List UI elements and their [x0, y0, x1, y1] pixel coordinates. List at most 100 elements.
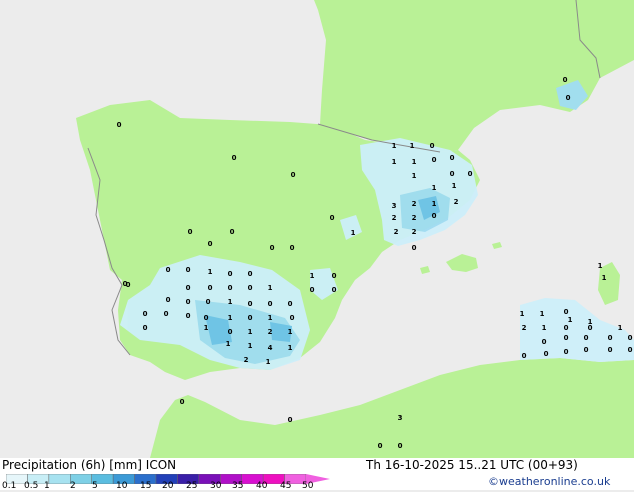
precipitation-value: 0: [398, 442, 403, 450]
precipitation-value: 1: [568, 316, 573, 324]
precipitation-value: 1: [268, 314, 273, 322]
precipitation-value: 0: [186, 266, 191, 274]
precipitation-value: 1: [288, 344, 293, 352]
precipitation-value: 1: [351, 229, 356, 237]
precipitation-value: 0: [290, 314, 295, 322]
precipitation-value: 0: [564, 308, 569, 316]
precipitation-value: 0: [628, 334, 633, 342]
precipitation-value: 0: [166, 296, 171, 304]
precipitation-value: 0: [332, 272, 337, 280]
precipitation-value: 0: [228, 270, 233, 278]
precipitation-value: 0: [291, 171, 296, 179]
precipitation-value: 0: [208, 240, 213, 248]
precipitation-value: 0: [204, 314, 209, 322]
precipitation-value: 0: [188, 228, 193, 236]
precipitation-value: 1: [228, 298, 233, 306]
precipitation-value: 0: [288, 300, 293, 308]
precipitation-value: 0: [430, 142, 435, 150]
precipitation-value: 0: [270, 244, 275, 252]
precipitation-value: 1: [410, 142, 415, 150]
precipitation-value: 1: [598, 262, 603, 270]
precipitation-value: 0: [232, 154, 237, 162]
precipitation-map: 0 0 0 0 0 0 0 0 1 1 0 0 1 1 0 0 1 1 1 0 3 2 1 2 2 2 0 2 2 0 0 0 0 0 0 1 0 0 1 0…: [0, 0, 634, 458]
precipitation-value: 1: [588, 318, 593, 326]
precipitation-value: 2: [412, 214, 417, 222]
precipitation-value: 0: [186, 312, 191, 320]
precipitation-value: 0: [450, 154, 455, 162]
precipitation-value: 3: [398, 414, 403, 422]
precipitation-value: 2: [412, 228, 417, 236]
precipitation-value: 0: [542, 338, 547, 346]
precipitation-value: 0: [608, 346, 613, 354]
precipitation-value: 0: [288, 416, 293, 424]
precipitation-value: 2: [244, 356, 249, 364]
precipitation-value: 0: [566, 94, 571, 102]
precipitation-value: 0: [248, 270, 253, 278]
colorbar-ticks: 0.1 0.5 1 2 5 10 15 20 25 30 35 40 45 50: [0, 482, 340, 492]
precipitation-value: 0: [432, 212, 437, 220]
precipitation-value: 1: [228, 314, 233, 322]
forecast-timestamp: Th 16-10-2025 15..21 UTC (00+93): [366, 458, 578, 472]
precipitation-value: 0: [544, 350, 549, 358]
precipitation-value: 0: [608, 334, 613, 342]
precipitation-value: 1: [540, 310, 545, 318]
map-title: Precipitation (6h) [mm] ICON: [2, 458, 177, 472]
precipitation-value: 1: [248, 328, 253, 336]
precipitation-value: 0: [450, 170, 455, 178]
precipitation-value: 0: [248, 314, 253, 322]
credit-link[interactable]: ©weatheronline.co.uk: [488, 476, 610, 488]
precipitation-value: 2: [454, 198, 459, 206]
precipitation-value: 3: [392, 202, 397, 210]
precipitation-value: 0: [123, 280, 128, 288]
precipitation-value: 2: [268, 328, 273, 336]
precipitation-value: 0: [248, 300, 253, 308]
precipitation-value: 0: [186, 298, 191, 306]
precipitation-value: 2: [394, 228, 399, 236]
precipitation-value: 1: [266, 358, 271, 366]
precipitation-value: 0: [186, 284, 191, 292]
precipitation-value: 0: [563, 76, 568, 84]
precipitation-value: 2: [412, 200, 417, 208]
precipitation-value: 1: [452, 182, 457, 190]
map-footer: Precipitation (6h) [mm] ICON Th 16-10-20…: [0, 458, 634, 492]
precipitation-value: 1: [412, 172, 417, 180]
precipitation-value: 0: [378, 442, 383, 450]
precipitation-value: 0: [290, 244, 295, 252]
precipitation-value: 1: [602, 274, 607, 282]
precipitation-value: 0: [206, 298, 211, 306]
precipitation-value: 2: [392, 214, 397, 222]
precipitation-value: 0: [143, 310, 148, 318]
precipitation-value: 0: [432, 156, 437, 164]
precipitation-value: 1: [392, 158, 397, 166]
precipitation-value: 0: [208, 284, 213, 292]
precipitation-value: 0: [330, 214, 335, 222]
precipitation-value: 1: [432, 200, 437, 208]
precipitation-value: 0: [584, 346, 589, 354]
precipitation-value: 0: [268, 300, 273, 308]
precipitation-value: 1: [226, 340, 231, 348]
precipitation-value: 1: [392, 142, 397, 150]
precipitation-value: 0: [564, 348, 569, 356]
precipitation-value: 0: [117, 121, 122, 129]
precipitation-value: 0: [564, 334, 569, 342]
precipitation-value: 1: [432, 184, 437, 192]
precipitation-value: 0: [166, 266, 171, 274]
precipitation-value: 1: [542, 324, 547, 332]
precipitation-value: 1: [268, 284, 273, 292]
precipitation-value: 0: [584, 334, 589, 342]
precipitation-value: 0: [310, 286, 315, 294]
precipitation-value: 0: [332, 286, 337, 294]
precipitation-value: 0: [522, 352, 527, 360]
precipitation-value: 4: [268, 344, 273, 352]
precipitation-value: 0: [164, 310, 169, 318]
precipitation-value: 0: [628, 346, 633, 354]
precipitation-value: 0: [248, 284, 253, 292]
precipitation-value: 0: [228, 284, 233, 292]
precipitation-value: 1: [618, 324, 623, 332]
precipitation-value: 1: [288, 328, 293, 336]
precipitation-value: 0: [228, 328, 233, 336]
precipitation-value: 1: [248, 342, 253, 350]
precipitation-value: 0: [143, 324, 148, 332]
precipitation-value: 0: [230, 228, 235, 236]
precipitation-value: 1: [520, 310, 525, 318]
